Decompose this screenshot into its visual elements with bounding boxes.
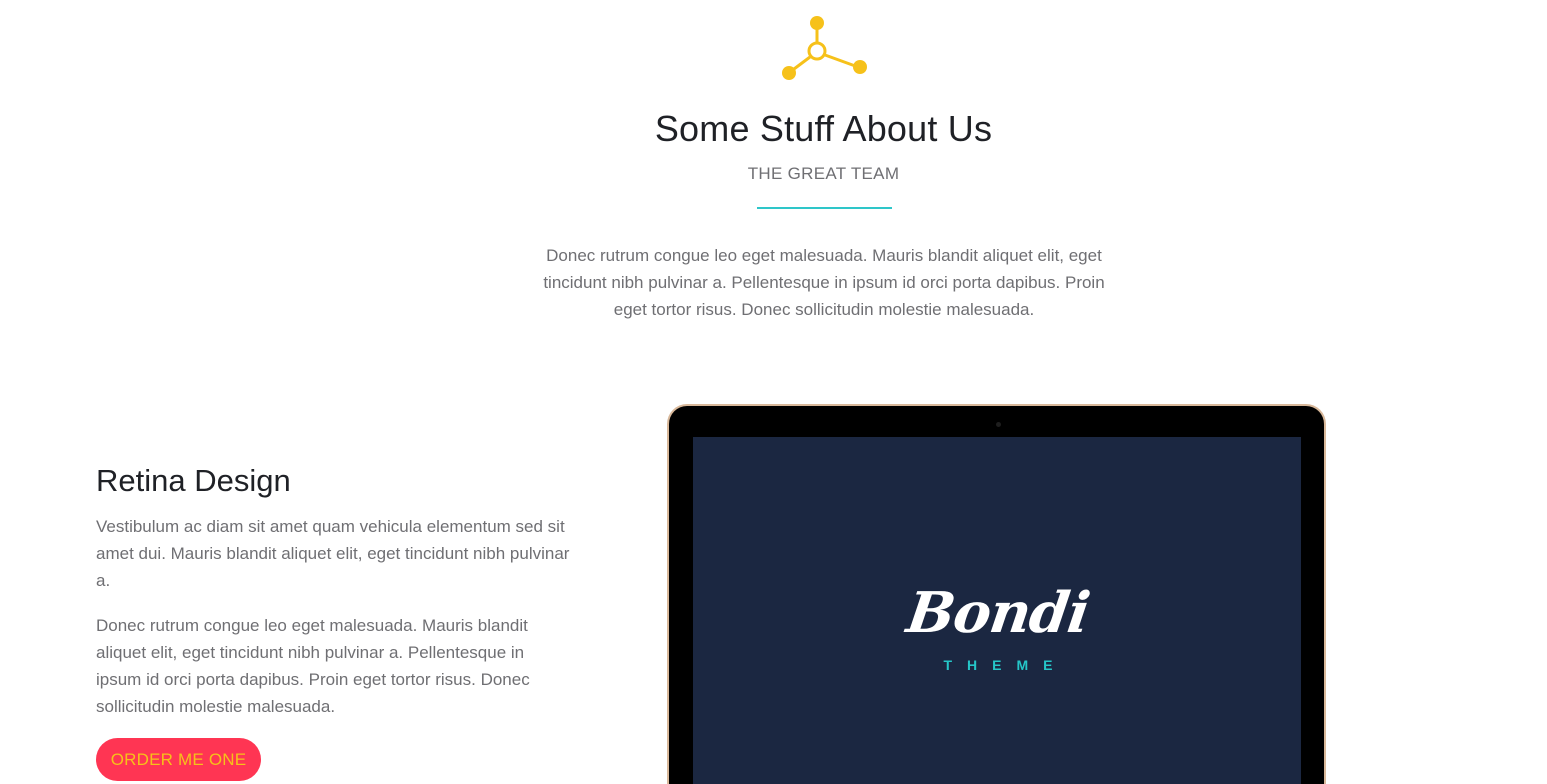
brand-name: Bondi <box>902 580 1094 646</box>
feature-paragraph-1: Vestibulum ac diam sit amet quam vehicul… <box>96 517 570 590</box>
feature-title: Retina Design <box>96 463 291 498</box>
about-section: Some Stuff About Us THE GREAT TEAM Donec… <box>0 0 1547 784</box>
brand-tagline: THEME <box>943 657 1068 673</box>
molecule-network-icon <box>782 16 867 80</box>
section-title: Some Stuff About Us <box>654 108 993 149</box>
feature-paragraph-2: Donec rutrum congue leo eget malesuada. … <box>96 616 530 716</box>
laptop-camera <box>996 422 1001 427</box>
order-me-one-button[interactable]: ORDER ME ONE <box>96 738 261 781</box>
title-divider <box>757 207 892 209</box>
brand-logo: Bondi THEME <box>903 577 1093 677</box>
section-subtitle: THE GREAT TEAM <box>747 164 900 183</box>
laptop-screen: Bondi THEME <box>693 437 1301 784</box>
section-intro: Donec rutrum congue leo eget malesuada. … <box>543 246 1105 319</box>
laptop-mockup: Bondi THEME <box>667 404 1326 784</box>
